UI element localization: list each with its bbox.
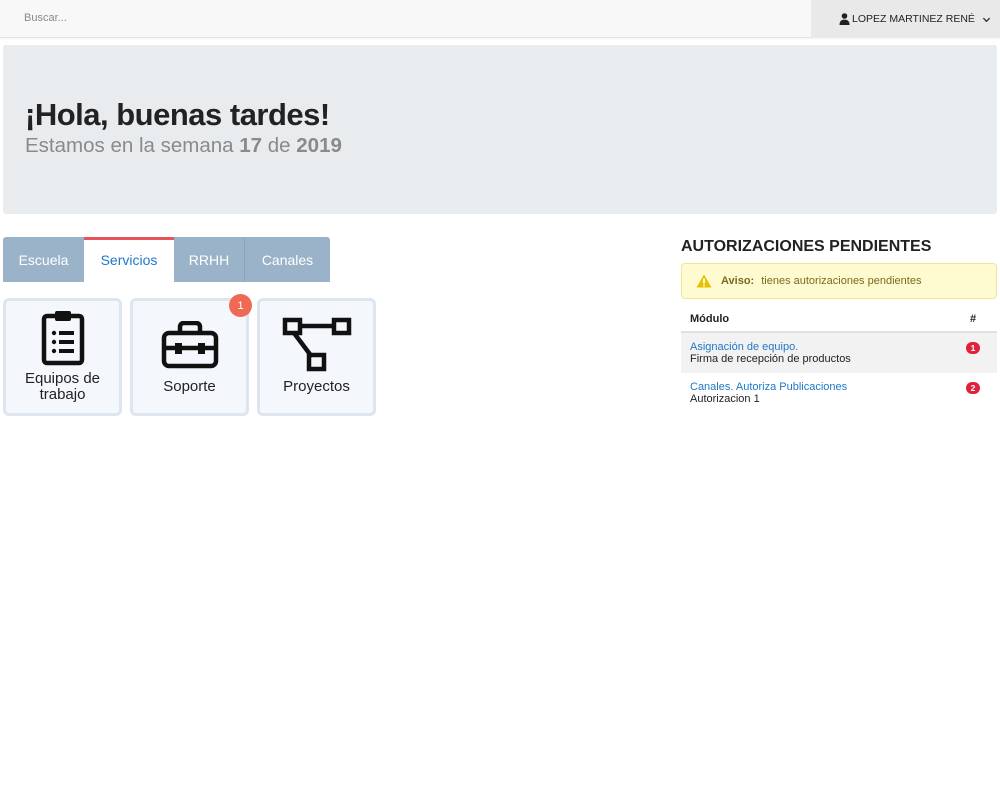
tile-label-line2: trabajo [39, 386, 86, 403]
week-prefix: Estamos en la semana [25, 134, 234, 157]
year: 2019 [296, 134, 342, 157]
table-header: Módulo # [681, 306, 997, 333]
tile-label: Soporte [163, 378, 216, 395]
welcome-jumbotron: ¡Hola, buenas tardes! Estamos en la sema… [3, 45, 997, 214]
week-number: 17 [239, 134, 263, 157]
alert-label: Aviso: [721, 275, 755, 287]
search-input[interactable] [14, 5, 574, 31]
authorization-link[interactable]: Asignación de equipo. [690, 341, 949, 353]
week-connector: de [267, 134, 291, 157]
tab-servicios[interactable]: Servicios [84, 237, 174, 282]
user-menu-dropdown[interactable]: LOPEZ MARTINEZ RENÉ [811, 0, 1000, 38]
tile-proyectos[interactable]: Proyectos [257, 298, 376, 416]
warning-alert: Aviso: tienes autorizaciones pendientes [681, 263, 997, 299]
notification-badge: 1 [229, 294, 252, 317]
user-name: LOPEZ MARTINEZ RENÉ [852, 13, 975, 25]
count-badge: 1 [966, 342, 980, 354]
tile-label-line1: Equipos de [24, 370, 101, 387]
authorization-link[interactable]: Canales. Autoriza Publicaciones [690, 381, 949, 393]
authorization-description: Firma de recepción de productos [690, 353, 851, 365]
toolbox-icon [161, 321, 218, 369]
count-badge: 2 [966, 382, 980, 394]
table-row: Asignación de equipo. Firma de recepción… [681, 333, 997, 373]
clipboard-list-icon [41, 311, 84, 366]
authorizations-table: Módulo # Asignación de equipo. Firma de … [681, 306, 997, 413]
table-row: Canales. Autoriza Publicaciones Autoriza… [681, 373, 997, 413]
tab-rrhh[interactable]: RRHH [174, 237, 245, 282]
tab-canales[interactable]: Canales [245, 237, 330, 282]
alert-text: tienes autorizaciones pendientes [761, 275, 922, 287]
project-diagram-icon [282, 317, 351, 372]
user-icon [839, 13, 850, 25]
tile-soporte[interactable]: Soporte [130, 298, 249, 416]
warning-icon [696, 274, 712, 288]
authorization-description: Autorizacion 1 [690, 393, 760, 405]
top-navbar: LOPEZ MARTINEZ RENÉ [0, 0, 1000, 38]
col-count-header: # [969, 312, 977, 325]
tile-equipos-de-trabajo[interactable]: Equipos de trabajo [3, 298, 122, 416]
authorizations-title: AUTORIZACIONES PENDIENTES [681, 238, 932, 255]
chevron-down-icon [982, 17, 991, 22]
tab-escuela[interactable]: Escuela [3, 237, 84, 282]
col-module-header: Módulo [690, 312, 730, 325]
category-tabs: Escuela Servicios RRHH Canales [3, 237, 330, 282]
week-info: Estamos en la semana 17 de 2019 [25, 134, 342, 158]
greeting-heading: ¡Hola, buenas tardes! [25, 97, 330, 132]
tile-label: Proyectos [283, 378, 350, 395]
